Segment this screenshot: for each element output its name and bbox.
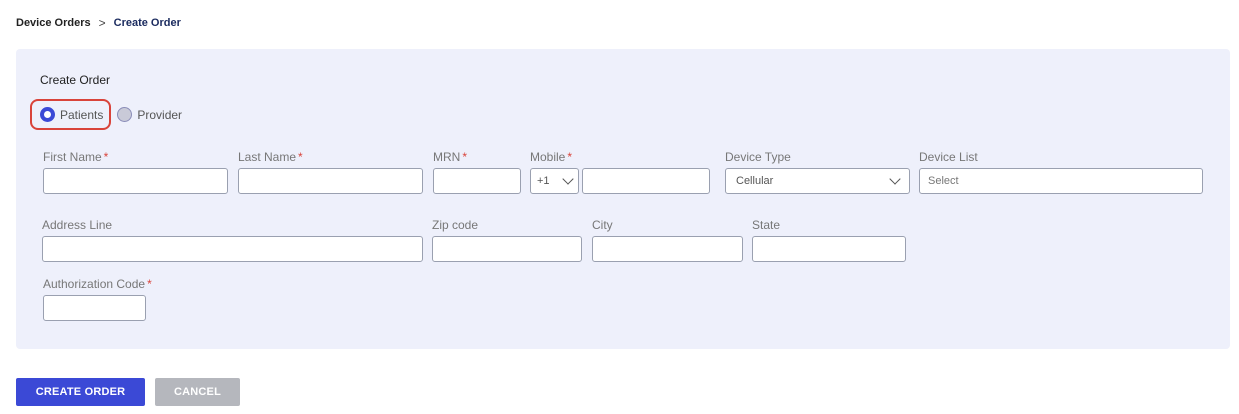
zip-code-label: Zip code xyxy=(432,218,479,232)
first-name-input[interactable] xyxy=(43,168,228,194)
state-input[interactable] xyxy=(752,236,906,262)
city-input[interactable] xyxy=(592,236,743,262)
radio-provider-label: Provider xyxy=(137,107,183,122)
address-line-field: Address Line xyxy=(42,218,423,262)
chevron-down-icon xyxy=(889,173,901,185)
radio-patients-label: Patients xyxy=(60,107,104,122)
chevron-down-icon xyxy=(562,173,574,185)
mobile-field: Mobile * +1 xyxy=(530,150,710,194)
device-list-label: Device List xyxy=(919,150,978,164)
radio-highlight-box: Patients xyxy=(30,99,112,130)
zip-code-field: Zip code xyxy=(432,218,582,262)
state-label: State xyxy=(752,218,781,232)
mobile-label: Mobile * xyxy=(530,150,573,164)
recipient-type-radio-group: Patients Provider xyxy=(30,99,182,130)
radio-patients[interactable]: Patients xyxy=(40,107,103,122)
mrn-label: MRN * xyxy=(433,150,467,164)
device-list-field: Device List Select xyxy=(919,150,1203,194)
state-field: State xyxy=(752,218,906,262)
last-name-field: Last Name * xyxy=(238,150,423,194)
mrn-field: MRN * xyxy=(433,150,521,194)
create-order-button[interactable]: CREATE ORDER xyxy=(16,378,145,406)
radio-unselected-icon xyxy=(117,107,133,122)
address-line-input[interactable] xyxy=(42,236,423,262)
cancel-button[interactable]: CANCEL xyxy=(155,378,240,406)
panel-title: Create Order xyxy=(40,73,111,87)
breadcrumb-device-orders[interactable]: Device Orders xyxy=(16,17,91,29)
create-order-panel: Create Order Patients Provider First Nam… xyxy=(16,49,1230,349)
city-field: City xyxy=(592,218,743,262)
mrn-input[interactable] xyxy=(433,168,521,194)
radio-provider[interactable]: Provider xyxy=(117,107,182,122)
device-list-select[interactable]: Select xyxy=(919,168,1203,194)
breadcrumb-separator: > xyxy=(98,16,106,30)
last-name-label: Last Name * xyxy=(238,150,303,164)
city-label: City xyxy=(592,218,613,232)
first-name-field: First Name * xyxy=(43,150,228,194)
device-type-value: Cellular xyxy=(736,175,774,187)
zip-code-input[interactable] xyxy=(432,236,582,262)
first-name-label: First Name * xyxy=(43,150,109,164)
device-list-placeholder: Select xyxy=(928,175,959,187)
device-type-label: Device Type xyxy=(725,150,791,164)
breadcrumb-current: Create Order xyxy=(113,17,181,29)
authorization-code-field: Authorization Code * xyxy=(43,277,152,321)
authorization-code-label: Authorization Code * xyxy=(43,277,152,291)
device-type-select[interactable]: Cellular xyxy=(725,168,910,194)
authorization-code-input[interactable] xyxy=(43,295,146,321)
country-code-value: +1 xyxy=(537,175,550,187)
device-type-field: Device Type Cellular xyxy=(725,150,910,194)
radio-selected-icon xyxy=(40,107,55,122)
mobile-input[interactable] xyxy=(582,168,710,194)
country-code-select[interactable]: +1 xyxy=(530,168,579,194)
breadcrumb: Device Orders > Create Order xyxy=(16,16,181,30)
last-name-input[interactable] xyxy=(238,168,423,194)
address-line-label: Address Line xyxy=(42,218,113,232)
